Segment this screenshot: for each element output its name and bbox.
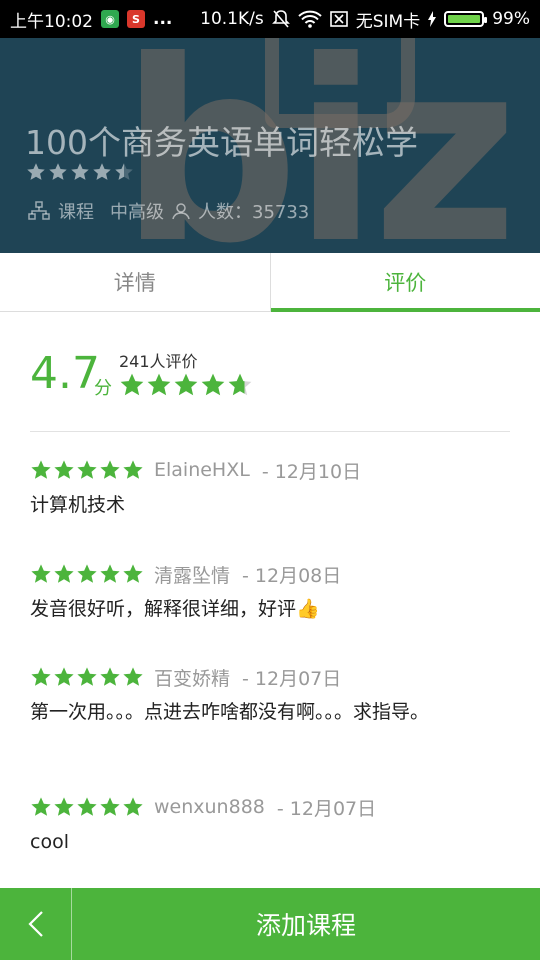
star-icon xyxy=(227,372,253,398)
review-item: 清露坠情 - 12月08日 发音很好听，解释很详细，好评👍 xyxy=(30,559,510,662)
star-icon xyxy=(53,563,75,585)
star-icon xyxy=(92,162,112,182)
star-icon xyxy=(30,796,52,818)
battery-level xyxy=(448,15,480,23)
review-username: 百变娇精 xyxy=(154,667,231,690)
back-button[interactable] xyxy=(0,888,72,960)
star-icon xyxy=(99,796,121,818)
star-icon xyxy=(173,372,199,398)
star-icon xyxy=(48,162,68,182)
review-date: - 12月10日 xyxy=(261,460,362,483)
score-unit: 分 xyxy=(94,378,112,399)
review-count: 241人评价 xyxy=(119,352,198,371)
average-score: 4.7 xyxy=(30,348,100,399)
add-course-label: 添加课程 xyxy=(255,911,356,940)
no-sim-icon xyxy=(329,11,348,27)
bottom-action-bar: 添加课程 xyxy=(0,888,540,960)
star-icon xyxy=(122,563,144,585)
review-stars xyxy=(30,563,144,585)
review-stars xyxy=(30,796,144,818)
app-s-notification-icon: S xyxy=(127,10,145,28)
average-rating-stars xyxy=(119,372,253,398)
review-item: wenxun888 - 12月07日 cool xyxy=(30,792,510,872)
review-stars xyxy=(30,459,144,481)
star-icon xyxy=(30,459,52,481)
star-icon xyxy=(26,162,46,182)
tab-details-label: 详情 xyxy=(113,271,156,295)
status-bar: 上午10:02 ◉ S ... 10.1K/s 无SIM卡 99% xyxy=(0,0,540,38)
review-stars xyxy=(30,666,144,688)
net-speed: 10.1K/s xyxy=(200,9,264,29)
chevron-left-icon xyxy=(27,910,44,938)
star-icon xyxy=(99,459,121,481)
review-date: - 12月07日 xyxy=(276,797,377,820)
star-icon xyxy=(53,459,75,481)
charging-icon xyxy=(428,11,437,27)
star-icon xyxy=(99,563,121,585)
review-text: 发音很好听，解释很详细，好评👍 xyxy=(30,598,320,620)
star-icon xyxy=(30,563,52,585)
review-text: cool xyxy=(30,831,69,853)
star-icon xyxy=(76,796,98,818)
star-icon xyxy=(70,162,90,182)
course-meta: 课程 中高级 人数：35733 xyxy=(28,198,309,224)
add-course-button[interactable]: 添加课程 xyxy=(72,888,540,960)
review-list: ElaineHXL - 12月10日 计算机技术 清露坠情 - 12月08日 发… xyxy=(30,455,510,872)
rating-summary: 4.7 分 241人评价 xyxy=(30,340,510,432)
course-rating-stars xyxy=(26,162,134,182)
tab-details[interactable]: 详情 xyxy=(0,253,270,311)
star-icon xyxy=(53,796,75,818)
review-username: ElaineHXL xyxy=(154,459,250,481)
star-icon xyxy=(200,372,226,398)
review-text: 计算机技术 xyxy=(30,494,126,516)
star-icon xyxy=(76,563,98,585)
status-time: 上午10:02 xyxy=(10,11,93,32)
star-icon xyxy=(122,796,144,818)
review-date: - 12月07日 xyxy=(242,667,342,690)
battery-icon xyxy=(444,11,488,27)
tab-reviews[interactable]: 评价 xyxy=(269,253,540,312)
hierarchy-icon xyxy=(28,201,50,221)
course-type: 课程 xyxy=(58,202,94,223)
tab-bar: 详情 评价 xyxy=(0,253,540,312)
sim-status: 无SIM卡 xyxy=(355,11,421,32)
review-username: 清露坠情 xyxy=(154,564,231,587)
star-icon xyxy=(76,459,98,481)
star-icon xyxy=(119,372,145,398)
review-text: 第一次用。。。点进去咋啥都没有啊。。。求指导。 xyxy=(30,701,430,723)
star-icon xyxy=(53,666,75,688)
app-notification-icon: ◉ xyxy=(101,10,119,28)
more-notifications-icon: ... xyxy=(153,9,173,29)
star-icon xyxy=(99,666,121,688)
review-item: ElaineHXL - 12月10日 计算机技术 xyxy=(30,455,510,559)
review-item: 百变娇精 - 12月07日 第一次用。。。点进去咋啥都没有啊。。。求指导。 xyxy=(30,662,510,792)
tab-reviews-label: 评价 xyxy=(384,271,427,295)
star-icon xyxy=(146,372,172,398)
battery-percent: 99% xyxy=(492,9,530,29)
review-username: wenxun888 xyxy=(154,796,265,818)
course-students: 人数：35733 xyxy=(198,202,310,223)
course-hero: biz 100个商务英语单词轻松学 课程 中高级 人数：35733 xyxy=(0,38,540,253)
star-icon xyxy=(30,666,52,688)
star-icon xyxy=(122,459,144,481)
review-date: - 12月08日 xyxy=(242,564,342,587)
wifi-icon xyxy=(298,10,322,28)
silent-bell-icon xyxy=(271,9,290,29)
star-icon xyxy=(76,666,98,688)
star-icon xyxy=(114,162,134,182)
star-icon xyxy=(122,666,144,688)
course-title: 100个商务英语单词轻松学 xyxy=(25,123,418,162)
person-icon xyxy=(172,202,190,220)
course-level: 中高级 xyxy=(110,202,164,223)
